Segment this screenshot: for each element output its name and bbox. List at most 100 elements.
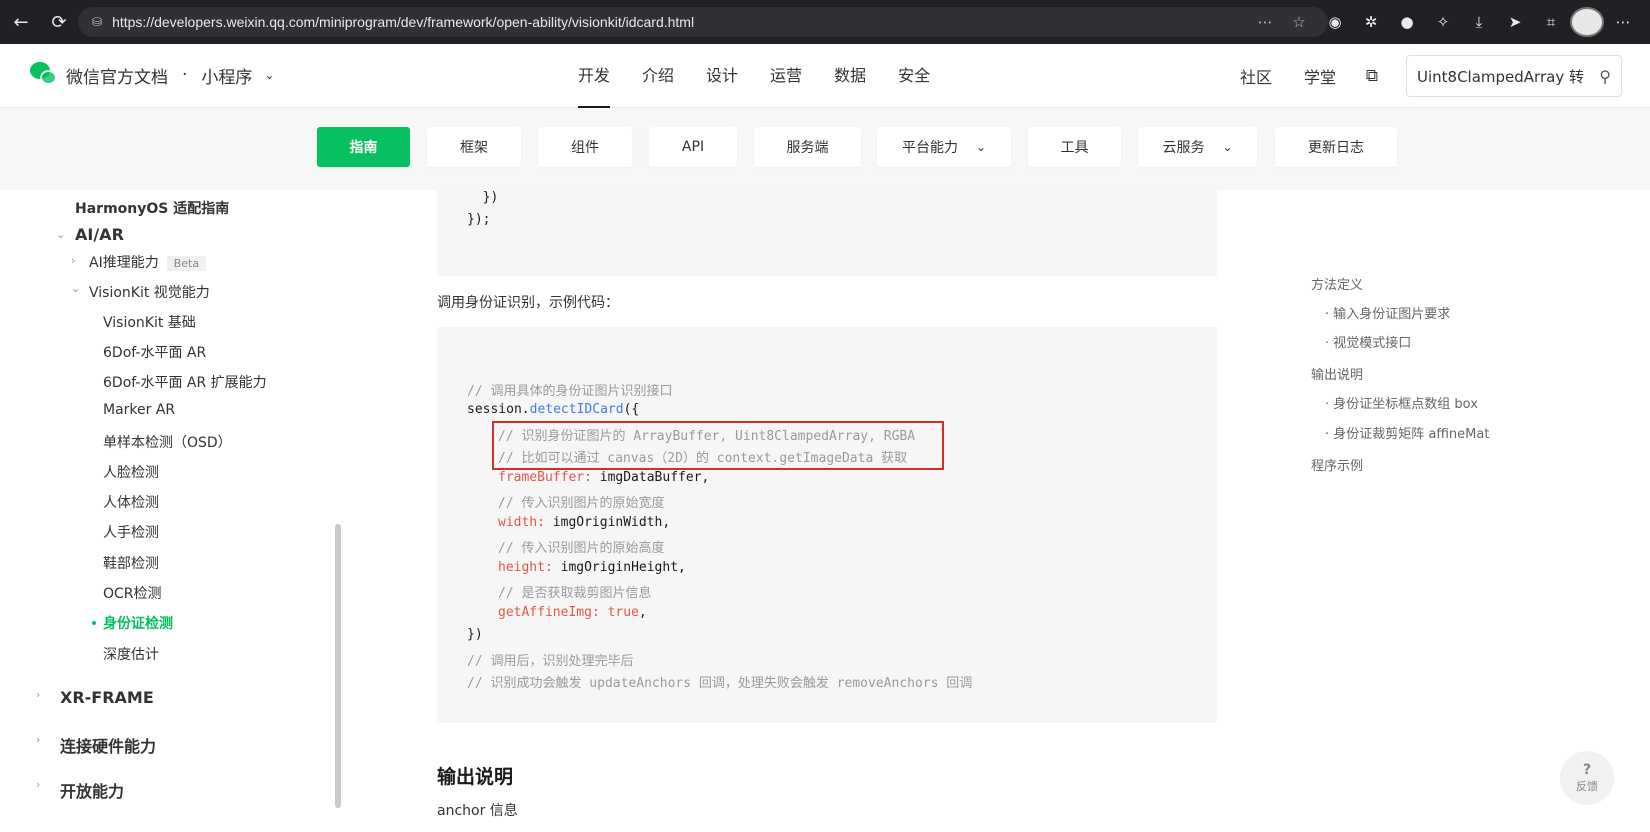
feedback-button[interactable]: ? 反馈 [1560, 751, 1614, 805]
code-line: height: imgOriginHeight, [498, 560, 686, 575]
subnav-platform[interactable]: 平台能力 ⌄ [877, 127, 1011, 167]
toc-item[interactable]: · 身份证裁剪矩阵 affineMat [1325, 423, 1489, 442]
avatar [1570, 7, 1604, 37]
chevron-down-icon[interactable]: ⌄ [71, 282, 80, 295]
chevron-down-icon[interactable]: ⌄ [56, 228, 65, 241]
search-value: Uint8ClampedArray 转 [1417, 67, 1584, 86]
sidebar-item-face[interactable]: 人脸检测 [103, 462, 159, 482]
toc-item[interactable]: · 身份证坐标框点数组 box [1325, 393, 1478, 412]
favorite-star-icon[interactable]: ☆ [1284, 7, 1314, 37]
chevron-down-icon[interactable]: ⌄ [264, 68, 274, 82]
sidebar-item-visionkit[interactable]: VisionKit 视觉能力 [89, 282, 210, 302]
profile-avatar[interactable] [1570, 7, 1604, 37]
help-icon: ? [1582, 762, 1592, 778]
sidebar-item-6dof-ext[interactable]: 6Dof-水平面 AR 扩展能力 [103, 372, 267, 392]
code-comment: // 识别成功会触发 updateAnchors 回调，处理失败会触发 remo… [467, 676, 973, 691]
toc-item[interactable]: · 视觉模式接口 [1325, 332, 1411, 351]
code-block-example: // 调用具体的身份证图片识别接口 session.detectIDCard({… [437, 327, 1217, 723]
sidebar-item-hand[interactable]: 人手检测 [103, 522, 159, 542]
code-value: imgOriginWidth, [544, 515, 671, 530]
nav-develop[interactable]: 开发 [562, 44, 626, 108]
search-input[interactable]: Uint8ClampedArray 转 ⚲ [1406, 55, 1622, 97]
sidebar-item-hardware[interactable]: 连接硬件能力 [60, 733, 156, 757]
sidebar-item-idcard[interactable]: 身份证检测 [103, 613, 173, 633]
download-icon[interactable]: ⤓ [1462, 7, 1496, 37]
sidebar-item-ai-infer[interactable]: AI推理能力 Beta [89, 252, 207, 272]
chevron-right-icon[interactable]: › [71, 254, 75, 267]
sidebar-item-osd[interactable]: 单样本检测（OSD） [103, 432, 232, 452]
nav-data[interactable]: 数据 [818, 44, 882, 108]
academy-link[interactable]: 学堂 [1288, 64, 1352, 88]
sidebar-item-shoe[interactable]: 鞋部检测 [103, 553, 159, 573]
search-icon[interactable]: ⚲ [1599, 67, 1611, 86]
subnav-guide[interactable]: 指南 [317, 127, 410, 167]
code-key: height: [498, 560, 553, 575]
code-function: detectIDCard [529, 402, 624, 417]
sidebar-item-6dof[interactable]: 6Dof-水平面 AR [103, 342, 206, 362]
screenshot-icon[interactable]: ⌗ [1534, 7, 1568, 37]
subnav-server[interactable]: 服务端 [754, 127, 861, 167]
subnav-guide-label: 指南 [349, 140, 378, 156]
code-comment: // 调用具体的身份证图片识别接口 [467, 384, 673, 399]
active-indicator [92, 621, 96, 625]
brand-name: 微信官方文档 [66, 67, 168, 88]
nav-design[interactable]: 设计 [690, 44, 754, 108]
extension-glasses-icon[interactable]: ◉ [1318, 7, 1352, 37]
send-icon[interactable]: ➤ [1498, 7, 1532, 37]
toc-item[interactable]: 输出说明 [1311, 364, 1363, 383]
code-boolean: true [599, 605, 639, 620]
subnav-tools[interactable]: 工具 [1028, 127, 1121, 167]
subnav-cloud-label: 云服务 [1162, 140, 1205, 156]
subnav-framework[interactable]: 框架 [427, 127, 521, 167]
subnav-framework-label: 框架 [460, 140, 488, 156]
community-link[interactable]: 社区 [1224, 64, 1288, 88]
chevron-right-icon[interactable]: › [36, 733, 40, 746]
subnav-cloud[interactable]: 云服务 ⌄ [1138, 127, 1257, 167]
code-line: frameBuffer: imgDataBuffer, [498, 470, 709, 485]
sidebar-item-marker-ar[interactable]: Marker AR [103, 402, 175, 418]
code-token: ({ [623, 402, 640, 417]
more-options-icon[interactable]: ⋯ [1250, 7, 1280, 37]
nav-security[interactable]: 安全 [882, 44, 946, 108]
wechat-logo-icon [30, 62, 58, 88]
code-comment: // 是否获取裁剪图片信息 [498, 586, 652, 601]
extension-circle-icon[interactable]: ● [1390, 7, 1424, 37]
toc-item[interactable]: 方法定义 [1311, 274, 1363, 293]
browser-toolbar: ← ⟳ ⛁ https://developers.weixin.qq.com/m… [0, 0, 1650, 44]
sidebar-item-body[interactable]: 人体检测 [103, 492, 159, 512]
chevron-right-icon[interactable]: › [36, 688, 40, 701]
cookie-icon[interactable]: ✲ [1354, 7, 1388, 37]
subnav-api[interactable]: API [649, 127, 737, 167]
sidebar-item-xrframe[interactable]: XR-FRAME [60, 688, 154, 707]
sidebar-item-open-ability[interactable]: 开放能力 [60, 778, 124, 802]
toc-item[interactable]: · 输入身份证图片要求 [1325, 303, 1450, 322]
nav-intro[interactable]: 介绍 [626, 44, 690, 108]
nav-operation[interactable]: 运营 [754, 44, 818, 108]
address-bar[interactable]: ⛁ https://developers.weixin.qq.com/minip… [78, 7, 1328, 37]
sidebar-scrollbar[interactable] [335, 524, 341, 808]
toc-item[interactable]: 程序示例 [1311, 455, 1363, 474]
intro-text: 调用身份证识别，示例代码： [437, 295, 619, 311]
sidebar-item-ocr[interactable]: OCR检测 [103, 583, 162, 603]
subnav-changelog-label: 更新日志 [1308, 140, 1364, 156]
site-info-icon[interactable]: ⛁ [92, 15, 102, 29]
code-block-previous: }) }); [437, 190, 1217, 276]
logo[interactable]: 微信官方文档 · 小程序 ⌄ [30, 62, 274, 88]
menu-dots-icon[interactable]: ⋯ [1606, 7, 1640, 37]
chevron-right-icon[interactable]: › [36, 778, 40, 791]
extensions-puzzle-icon[interactable]: ✧ [1426, 7, 1460, 37]
sidebar-item-visionkit-basic[interactable]: VisionKit 基础 [103, 312, 196, 332]
subnav-components[interactable]: 组件 [538, 127, 632, 167]
code-token: , [638, 605, 647, 620]
back-icon[interactable]: ← [4, 5, 38, 39]
section-title: 输出说明 [437, 766, 514, 788]
reload-icon[interactable]: ⟳ [42, 5, 76, 39]
subnav-server-label: 服务端 [786, 140, 829, 156]
url-text: https://developers.weixin.qq.com/minipro… [112, 14, 695, 30]
product-selector[interactable]: 小程序 [201, 63, 252, 88]
sidebar-item-aiar[interactable]: AI/AR [75, 225, 124, 244]
sidebar-item-depth[interactable]: 深度估计 [103, 644, 159, 664]
translate-icon[interactable]: ⧉ [1352, 56, 1392, 96]
subnav-changelog[interactable]: 更新日志 [1275, 127, 1397, 167]
sidebar-item-harmony[interactable]: HarmonyOS 适配指南 [75, 198, 229, 218]
